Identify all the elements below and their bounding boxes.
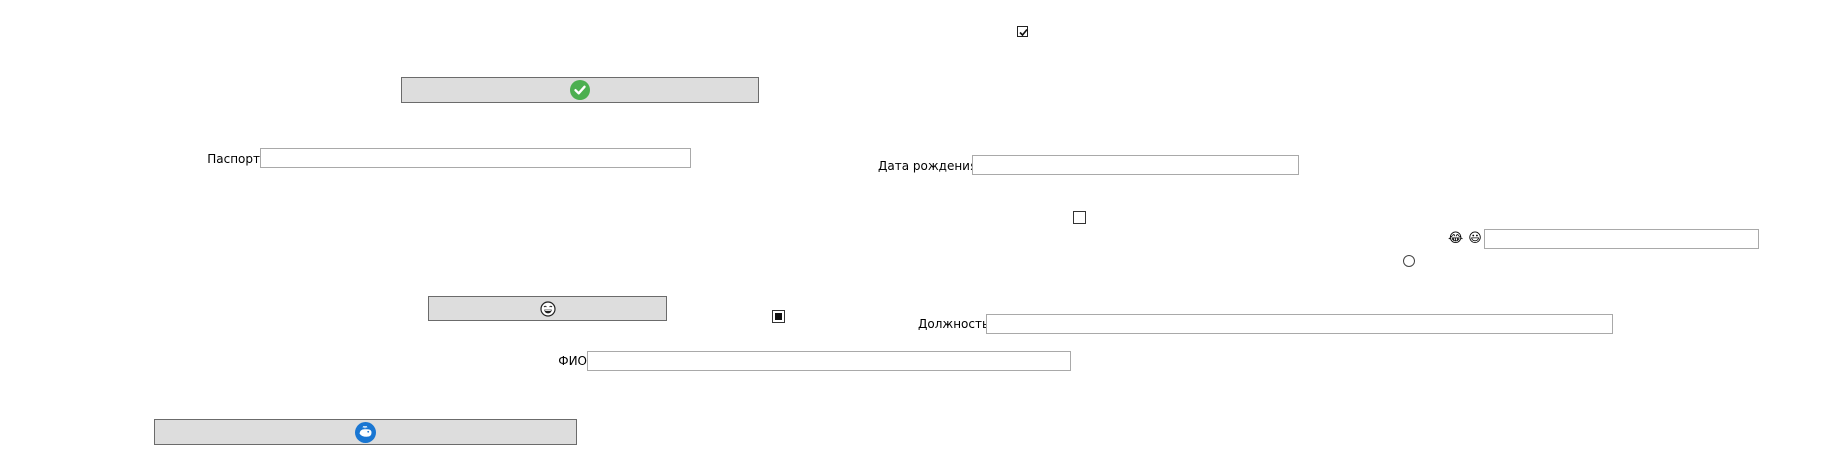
top-checkbox[interactable] <box>1017 26 1028 37</box>
middle-checkbox[interactable] <box>1073 211 1086 224</box>
passport-label: Паспорт <box>207 152 260 166</box>
position-label: Должность <box>918 317 990 331</box>
passport-input[interactable] <box>260 148 691 168</box>
radio-button[interactable] <box>1403 255 1415 267</box>
full-name-input[interactable] <box>587 351 1071 371</box>
laughing-face-icon <box>539 300 556 317</box>
birth-date-input[interactable] <box>972 155 1299 175</box>
confirm-button[interactable] <box>401 77 759 103</box>
full-name-label: ФИО <box>558 354 587 368</box>
lower-checkbox[interactable] <box>772 310 785 323</box>
emoji-button[interactable] <box>428 296 667 321</box>
blue-whale-circle-icon <box>355 421 376 443</box>
smiling-emoji: 😃 <box>1468 231 1482 246</box>
green-check-circle-icon <box>570 80 590 100</box>
birth-date-label: Дата рождения <box>878 159 978 173</box>
emoji-field-input[interactable] <box>1484 229 1759 249</box>
bottom-icon-button[interactable] <box>154 419 577 445</box>
position-input[interactable] <box>986 314 1613 334</box>
checkmark-icon <box>1019 28 1028 37</box>
laughing-emoji: 😂 <box>1448 231 1464 246</box>
